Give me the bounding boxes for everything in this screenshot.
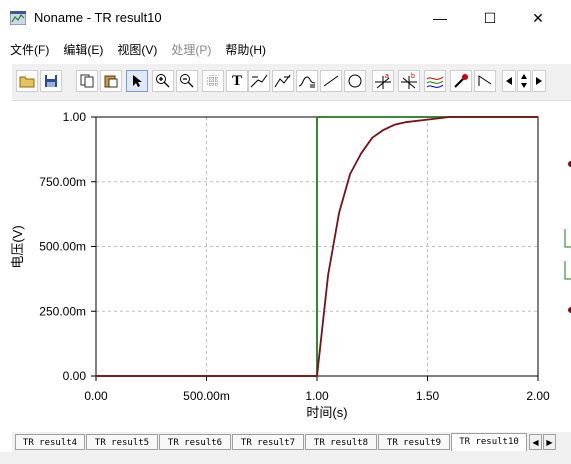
cursor-b-button[interactable] [272,70,294,92]
tab-tr-result6[interactable]: TR result6 [159,434,231,450]
tab-scroll-left-icon: ◀ [532,437,539,447]
y-tick-label: 500.00m [39,240,86,254]
y-ticks: 0.00 250.00m 500.00m 750.00m 1.00 [39,110,96,383]
scroll-left-button[interactable] [502,70,516,92]
step-button[interactable] [474,70,496,92]
zoom-in-icon [156,74,170,88]
save-button[interactable] [40,70,62,92]
x-tick-label: 1.00 [305,389,329,403]
svg-text:a: a [385,73,389,80]
scroll-left-icon [506,77,512,85]
paste-button[interactable] [100,70,122,92]
y-tick-label: 750.00m [39,175,86,189]
x-tick-label: 0.00 [84,389,108,403]
scroll-right-button[interactable] [532,70,546,92]
circle-tool-button[interactable] [344,70,366,92]
app-icon [10,11,26,25]
paste-icon [104,75,118,88]
zoom-out-button[interactable] [176,70,198,92]
cursor-a-button[interactable] [248,70,270,92]
title-bar: Noname - TR result10 — ☐ ✕ [0,0,571,36]
strip-wires [564,229,571,280]
scroll-right-icon [536,77,542,85]
step-icon [478,75,492,86]
marker-a-button[interactable]: a [372,70,394,92]
y-axis-label: 电压(V) [10,225,25,268]
x-ticks: 0.00 500.00m 1.00 1.50 2.00 [84,376,550,403]
grid-icon [207,75,219,87]
x-axis-label: 时间(s) [306,405,347,420]
circle-icon [348,74,362,88]
transient-result-chart: 0.00 500.00m 1.00 1.50 2.00 0.00 250.00m 500.0… [10,110,550,420]
status-strip [0,452,571,464]
menu-process[interactable]: 处理(P) [171,41,211,58]
result-tabs: TR result4 TR result5 TR result6 TR resu… [12,432,571,452]
tab-tr-result9[interactable]: TR result9 [378,434,450,450]
partial-schematic-strip [560,101,571,431]
marker-b-button[interactable]: b [398,70,420,92]
tab-scroll-left-button[interactable]: ◀ [529,434,542,450]
window-title: Noname - TR result10 [34,10,162,25]
svg-text:b: b [411,73,415,80]
tab-scroll-right-button[interactable]: ▶ [543,434,556,450]
grid-button[interactable] [202,70,224,92]
tab-tr-result5[interactable]: TR result5 [86,434,158,450]
zoom-out-icon [180,74,194,88]
annotate-icon [298,76,316,88]
plot-area[interactable]: 0.00 500.00m 1.00 1.50 2.00 0.00 250.00m 500.0… [0,101,560,431]
menu-view[interactable]: 视图(V) [117,41,157,58]
pointer-icon [133,75,142,87]
menu-bar: 文件(F) 编辑(E) 视图(V) 处理(P) 帮助(H) [0,36,571,62]
tab-tr-result10[interactable]: TR result10 [451,433,527,451]
y-tick-label: 0.00 [63,369,87,383]
select-tool-button[interactable] [126,70,148,92]
minimize-button[interactable]: — [417,0,463,36]
probe-icon [454,74,468,88]
scroll-updown-button[interactable] [517,70,531,92]
open-button[interactable] [16,70,38,92]
annotate-button[interactable] [296,70,318,92]
x-tick-label: 2.00 [526,389,550,403]
x-tick-label: 500.00m [183,389,230,403]
probe-button[interactable] [450,70,472,92]
menu-help[interactable]: 帮助(H) [225,41,266,58]
toolbar: T a b [12,64,571,101]
cursor-a-icon [250,74,268,88]
text-tool-button[interactable]: T [226,70,248,92]
line-tool-button[interactable] [320,70,342,92]
minimize-icon: — [433,10,447,26]
tab-tr-result8[interactable]: TR result8 [305,434,377,450]
cursor-b-icon [274,74,291,88]
curves-icon [426,76,444,88]
maximize-button[interactable]: ☐ [467,0,513,36]
text-icon: T [231,72,242,89]
copy-button[interactable] [76,70,98,92]
marker-a-icon: a [375,73,391,89]
menu-edit[interactable]: 编辑(E) [63,41,103,58]
y-tick-label: 1.00 [63,110,87,124]
tab-scroll-right-icon: ▶ [546,437,553,447]
maximize-icon: ☐ [483,9,497,26]
close-icon: ✕ [532,9,544,26]
tab-tr-result4[interactable]: TR result4 [15,434,85,450]
open-folder-icon [19,76,35,88]
line-icon [323,75,339,87]
scroll-updown-icon [521,74,527,88]
marker-b-icon: b [401,73,417,89]
zoom-in-button[interactable] [152,70,174,92]
y-tick-label: 250.00m [39,304,86,318]
menu-file[interactable]: 文件(F) [10,41,49,58]
close-button[interactable]: ✕ [515,0,561,36]
x-tick-label: 1.50 [416,389,440,403]
save-icon [45,75,57,87]
copy-icon [80,74,94,88]
curves-button[interactable] [424,70,446,92]
tab-tr-result7[interactable]: TR result7 [232,434,304,450]
